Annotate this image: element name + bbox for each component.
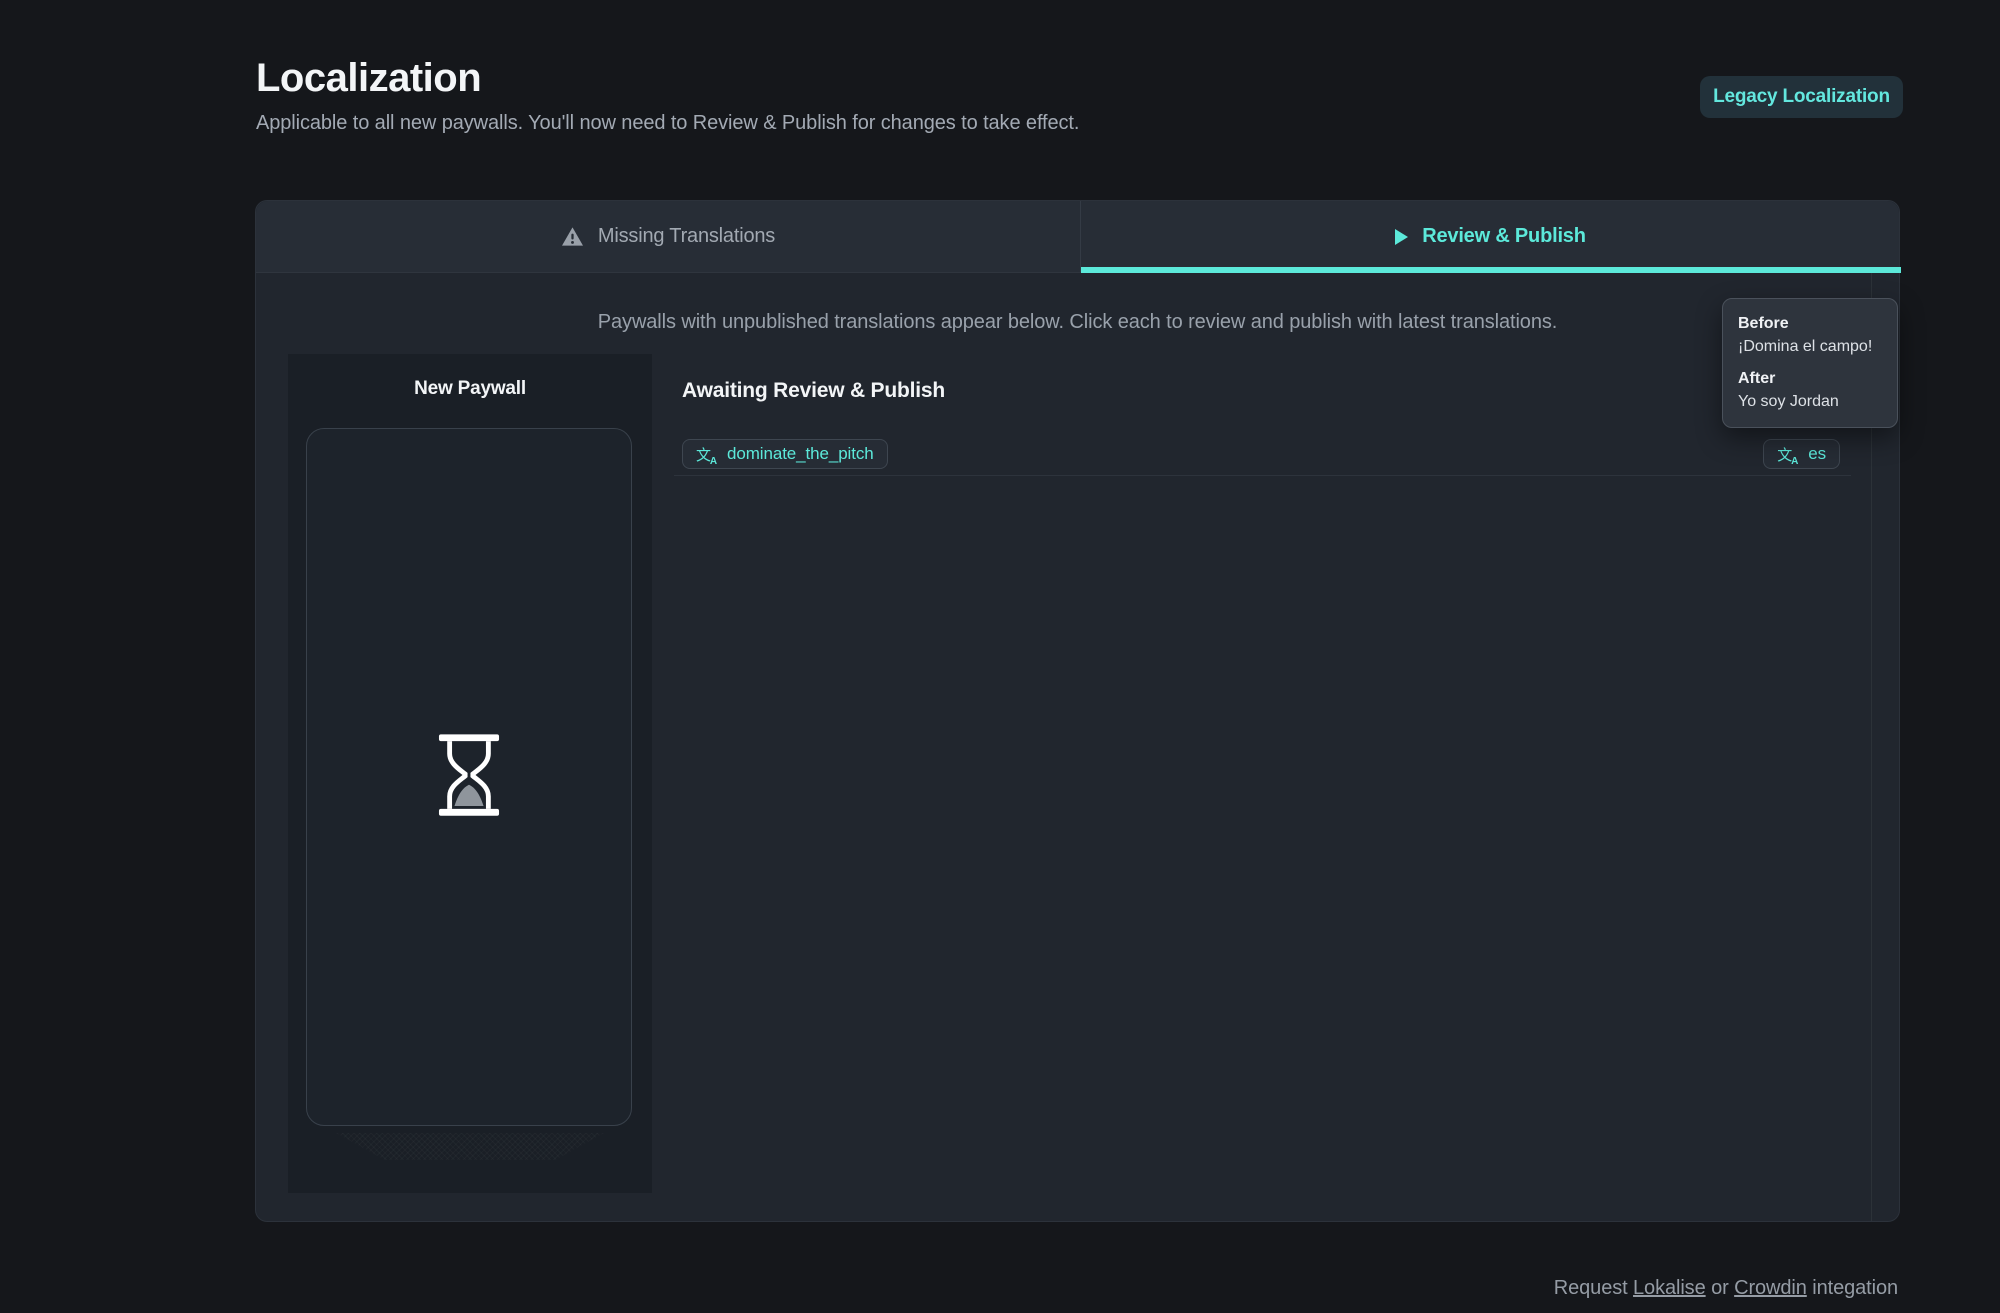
paywall-chip[interactable]: 文A dominate_the_pitch — [682, 439, 888, 469]
phone-reflection — [318, 1133, 622, 1160]
paywall-chip-label: dominate_the_pitch — [727, 444, 874, 464]
paywall-row: 文A dominate_the_pitch 文A es — [682, 438, 1840, 470]
paywall-preview-panel: New Paywall — [288, 354, 652, 1193]
tab-missing-label: Missing Translations — [598, 225, 775, 248]
localization-page: Localization Applicable to all new paywa… — [0, 0, 2000, 1313]
preview-title: New Paywall — [288, 378, 652, 400]
translate-icon: 文A — [696, 446, 718, 463]
awaiting-heading: Awaiting Review & Publish — [682, 379, 945, 403]
warning-icon — [561, 226, 584, 247]
tooltip-before-value: ¡Domina el campo! — [1738, 335, 1882, 358]
hourglass-icon — [438, 734, 500, 821]
page-subtitle: Applicable to all new paywalls. You'll n… — [256, 112, 1079, 135]
footer-prefix: Request — [1554, 1277, 1633, 1299]
localization-card: Missing Translations Review & Publish Pa… — [255, 200, 1900, 1222]
tooltip-after-value: Yo soy Jordan — [1738, 390, 1882, 413]
legacy-localization-button[interactable]: Legacy Localization — [1700, 76, 1903, 118]
phone-mockup — [306, 428, 632, 1126]
legacy-localization-button-label: Legacy Localization — [1713, 86, 1890, 108]
tooltip-before-label: Before — [1738, 312, 1882, 335]
tab-missing-translations[interactable]: Missing Translations — [256, 201, 1081, 272]
tab-review-label: Review & Publish — [1422, 225, 1586, 248]
locale-chip[interactable]: 文A es — [1763, 439, 1840, 469]
crowdin-link[interactable]: Crowdin — [1734, 1277, 1807, 1299]
locale-chip-label: es — [1808, 444, 1826, 464]
integration-request-text: Request Lokalise or Crowdin integation — [1554, 1277, 1898, 1300]
translate-icon: 文A — [1777, 446, 1799, 463]
footer-suffix: integation — [1807, 1277, 1898, 1299]
tab-bar: Missing Translations Review & Publish — [256, 201, 1899, 273]
translation-preview-tooltip: Before ¡Domina el campo! After Yo soy Jo… — [1722, 298, 1898, 428]
row-divider — [674, 475, 1851, 476]
active-tab-underline — [1081, 267, 1901, 273]
lokalise-link[interactable]: Lokalise — [1633, 1277, 1706, 1299]
footer-middle: or — [1706, 1277, 1735, 1299]
intro-text: Paywalls with unpublished translations a… — [256, 311, 1899, 334]
page-title: Localization — [256, 56, 481, 101]
play-icon — [1394, 229, 1408, 245]
tab-review-publish[interactable]: Review & Publish — [1081, 201, 1899, 272]
tooltip-after-label: After — [1738, 367, 1882, 390]
